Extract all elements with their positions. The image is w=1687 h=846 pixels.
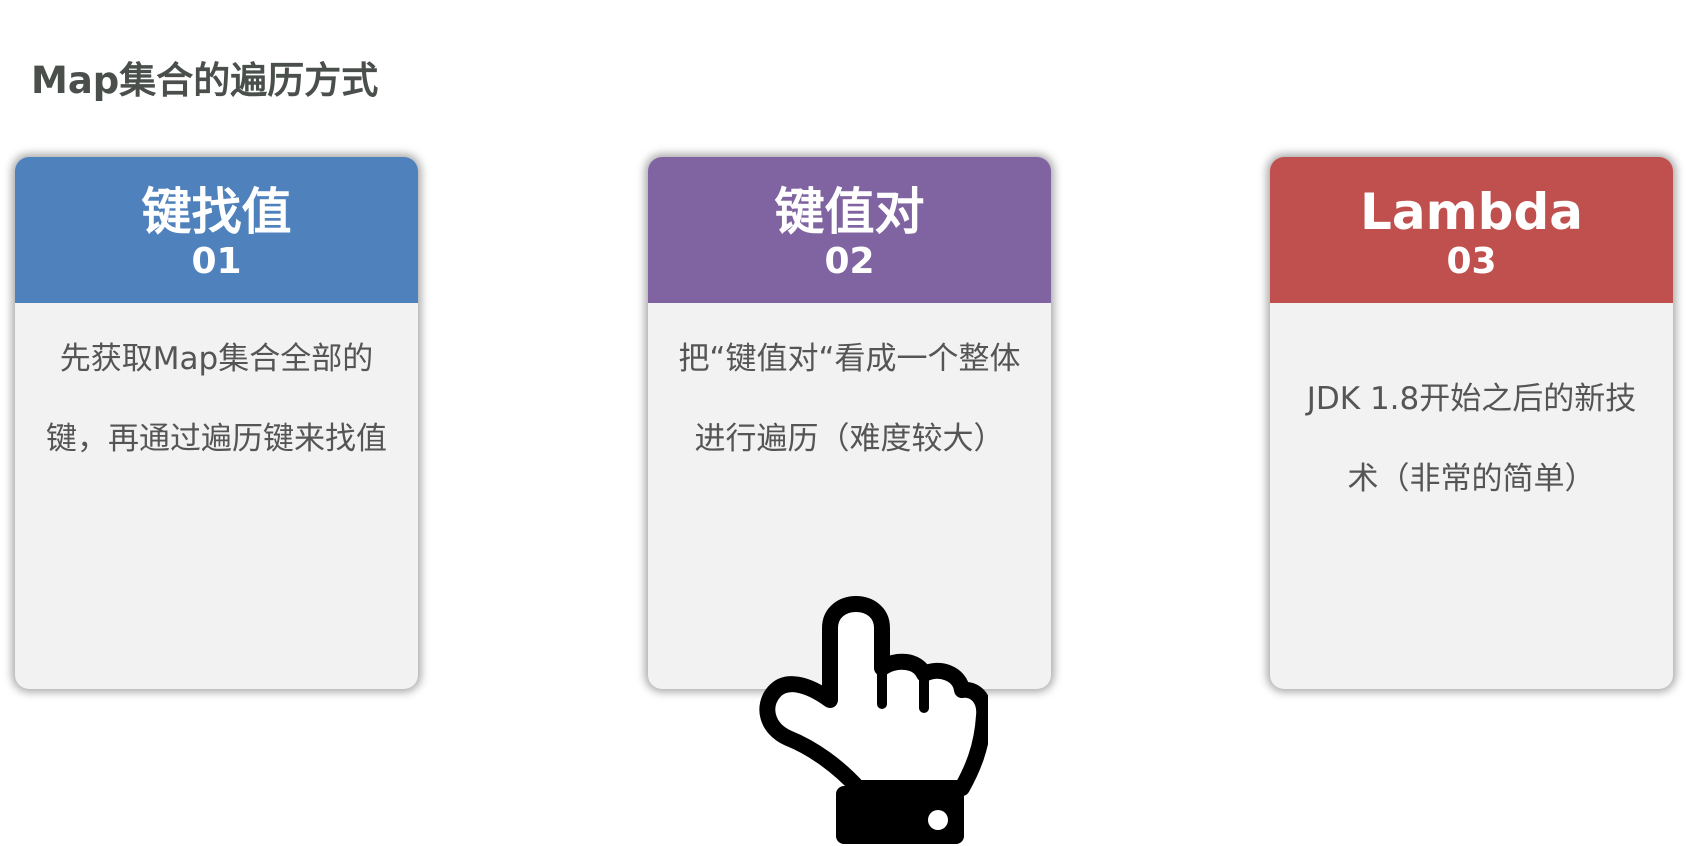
card-lambda[interactable]: Lambda 03 JDK 1.8开始之后的新技术（非常的简单） bbox=[1270, 157, 1673, 689]
card-number: 02 bbox=[824, 241, 875, 282]
page-title: Map集合的遍历方式 bbox=[31, 59, 379, 102]
card-number: 03 bbox=[1446, 241, 1497, 282]
card-header: Lambda 03 bbox=[1270, 157, 1673, 303]
card-heading: 键找值 bbox=[141, 183, 292, 241]
card-description: JDK 1.8开始之后的新技术（非常的简单） bbox=[1306, 381, 1637, 497]
card-heading: Lambda bbox=[1359, 183, 1584, 241]
card-key-lookup[interactable]: 键找值 01 先获取Map集合全部的键，再通过遍历键来找值 bbox=[15, 157, 418, 689]
card-header: 键找值 01 bbox=[15, 157, 418, 303]
card-number: 01 bbox=[191, 241, 242, 282]
card-description: 把“键值对“看成一个整体进行遍历（难度较大） bbox=[678, 341, 1021, 457]
pointing-hand-icon bbox=[759, 596, 988, 844]
card-description: 先获取Map集合全部的键，再通过遍历键来找值 bbox=[46, 341, 387, 457]
card-header: 键值对 02 bbox=[648, 157, 1051, 303]
card-heading: 键值对 bbox=[774, 183, 925, 241]
